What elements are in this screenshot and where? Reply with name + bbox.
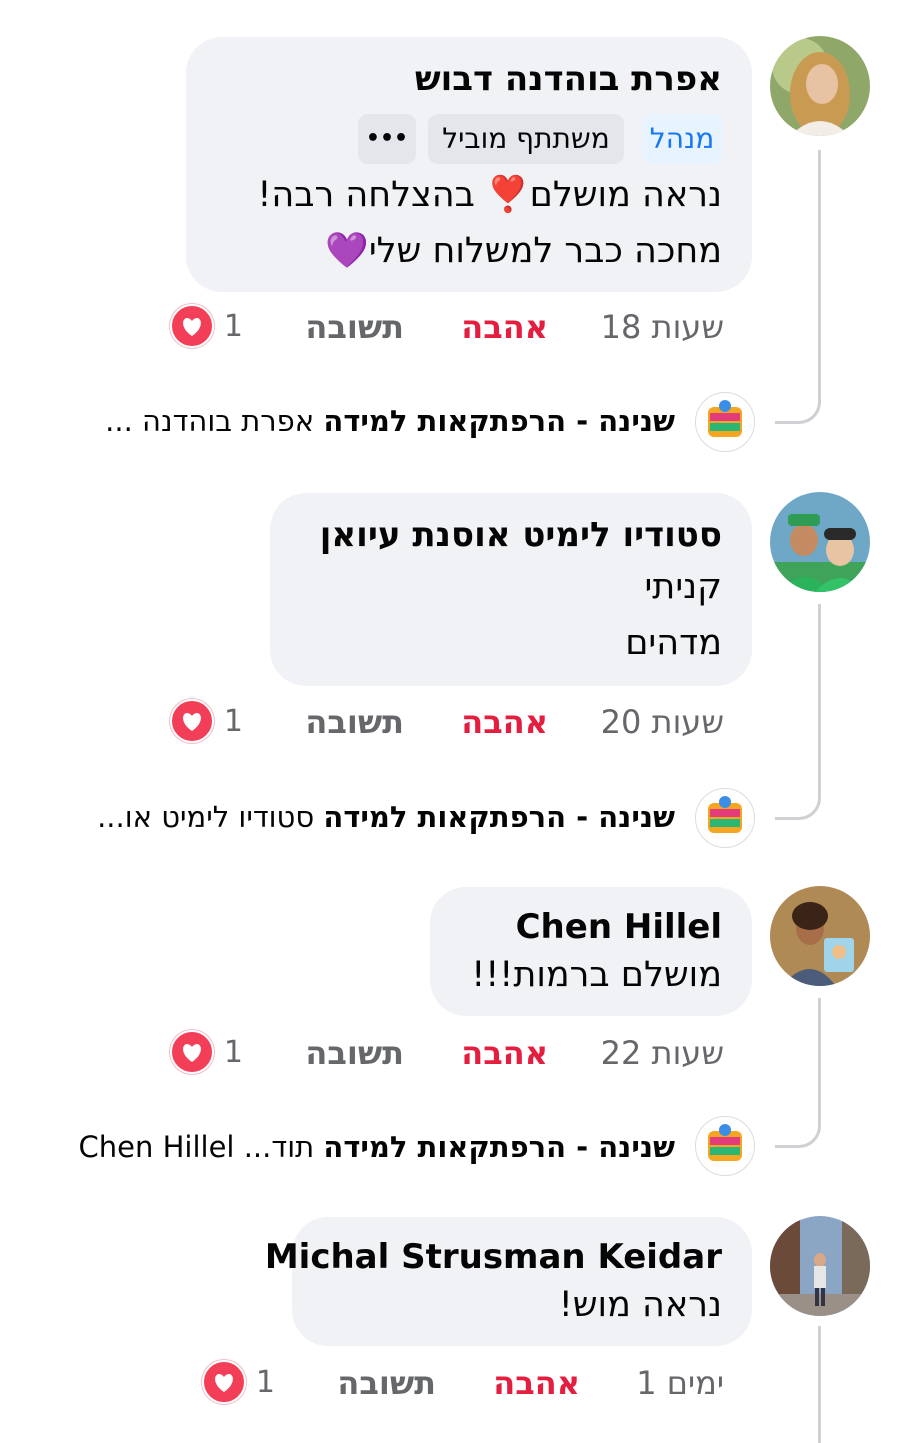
reply-text: אפרת בוהדנה ... [105, 404, 315, 438]
page-logo-icon [708, 796, 742, 833]
page-avatar[interactable] [695, 788, 755, 848]
love-reaction-button[interactable]: אהבה [493, 1364, 580, 1402]
reply-author: שנינה - הרפתקאות למידה [323, 1130, 675, 1164]
page-avatar[interactable] [695, 392, 755, 452]
comment-bubble: סטודיו לימיט אוסנת עיואן קניתי מדהים [270, 493, 752, 686]
comment-text: מושלם ברמות!!! [471, 955, 722, 995]
comment-author[interactable]: סטודיו לימיט אוסנת עיואן [320, 515, 722, 555]
reply-preview[interactable]: שנינה - הרפתקאות למידה תוד... Chen Hille… [79, 1130, 675, 1164]
reply-preview[interactable]: שנינה - הרפתקאות למידה אפרת בוהדנה ... [105, 404, 675, 438]
comment-text: מדהים [625, 623, 722, 663]
comment-bubble: Chen Hillel מושלם ברמות!!! [430, 887, 752, 1016]
comment-time[interactable]: 18 שעות [601, 308, 724, 346]
avatar[interactable] [770, 886, 870, 986]
reply-button[interactable]: תשובה [305, 703, 404, 741]
page-avatar[interactable] [695, 1116, 755, 1176]
comment-text: קניתי [644, 567, 722, 607]
thread-connector [775, 384, 821, 424]
thread-line [818, 1326, 821, 1443]
reaction-count[interactable]: 1 [224, 1035, 243, 1070]
comment-bubble: Michal Strusman Keidar נראה מוש! [265, 1217, 752, 1346]
reply-author: שנינה - הרפתקאות למידה [323, 404, 675, 438]
reply-button[interactable]: תשובה [305, 308, 404, 346]
love-reaction-button[interactable]: אהבה [461, 1034, 548, 1072]
avatar[interactable] [770, 492, 870, 592]
profile-photo-icon [770, 36, 870, 136]
comment-text: נראה מושלם❣️ בהצלחה רבה! [257, 175, 722, 215]
reply-button[interactable]: תשובה [305, 1034, 404, 1072]
heart-reaction-icon [202, 1360, 246, 1404]
heart-reaction-icon [170, 1030, 214, 1074]
comment-time[interactable]: 20 שעות [601, 703, 724, 741]
thread-line [818, 150, 821, 390]
avatar[interactable] [770, 1216, 870, 1316]
top-contributor-badge[interactable]: משתתף מוביל [428, 114, 624, 164]
profile-photo-icon [770, 492, 870, 592]
comment-text: נראה מוש! [558, 1285, 722, 1325]
heart-reaction-icon [170, 699, 214, 743]
page-logo-icon [708, 400, 742, 437]
reply-author: שנינה - הרפתקאות למידה [323, 800, 675, 834]
love-reaction-button[interactable]: אהבה [461, 308, 548, 346]
comment-author[interactable]: אפרת בוהדנה דבוש [415, 59, 722, 99]
comment-time[interactable]: 1 ימים [636, 1364, 724, 1402]
profile-photo-icon [770, 1216, 870, 1316]
profile-photo-icon [770, 886, 870, 986]
comment-bubble: אפרת בוהדנה דבוש מנהל משתתף מוביל ••• נר… [186, 37, 752, 292]
thread-connector [775, 1108, 821, 1148]
reply-preview[interactable]: שנינה - הרפתקאות למידה סטודיו לימיט או..… [97, 800, 675, 834]
reply-text: סטודיו לימיט או... [97, 800, 315, 834]
comment-time[interactable]: 22 שעות [601, 1034, 724, 1072]
comment-author[interactable]: Chen Hillel [516, 907, 722, 947]
page-logo-icon [708, 1124, 742, 1161]
reaction-count[interactable]: 1 [224, 309, 243, 344]
love-reaction-button[interactable]: אהבה [461, 703, 548, 741]
admin-badge[interactable]: מנהל [642, 114, 722, 164]
reply-button[interactable]: תשובה [337, 1364, 436, 1402]
thread-line [818, 604, 821, 784]
more-options-icon[interactable]: ••• [358, 114, 416, 164]
comment-author[interactable]: Michal Strusman Keidar [265, 1237, 722, 1277]
heart-reaction-icon [170, 304, 214, 348]
thread-connector [775, 780, 821, 820]
avatar[interactable] [770, 36, 870, 136]
reaction-count[interactable]: 1 [256, 1365, 275, 1400]
comment-text: מחכה כבר למשלוח שלי💜 [325, 231, 722, 271]
thread-line [818, 998, 821, 1113]
reply-text: תוד... Chen Hillel [78, 1130, 315, 1164]
reaction-count[interactable]: 1 [224, 704, 243, 739]
